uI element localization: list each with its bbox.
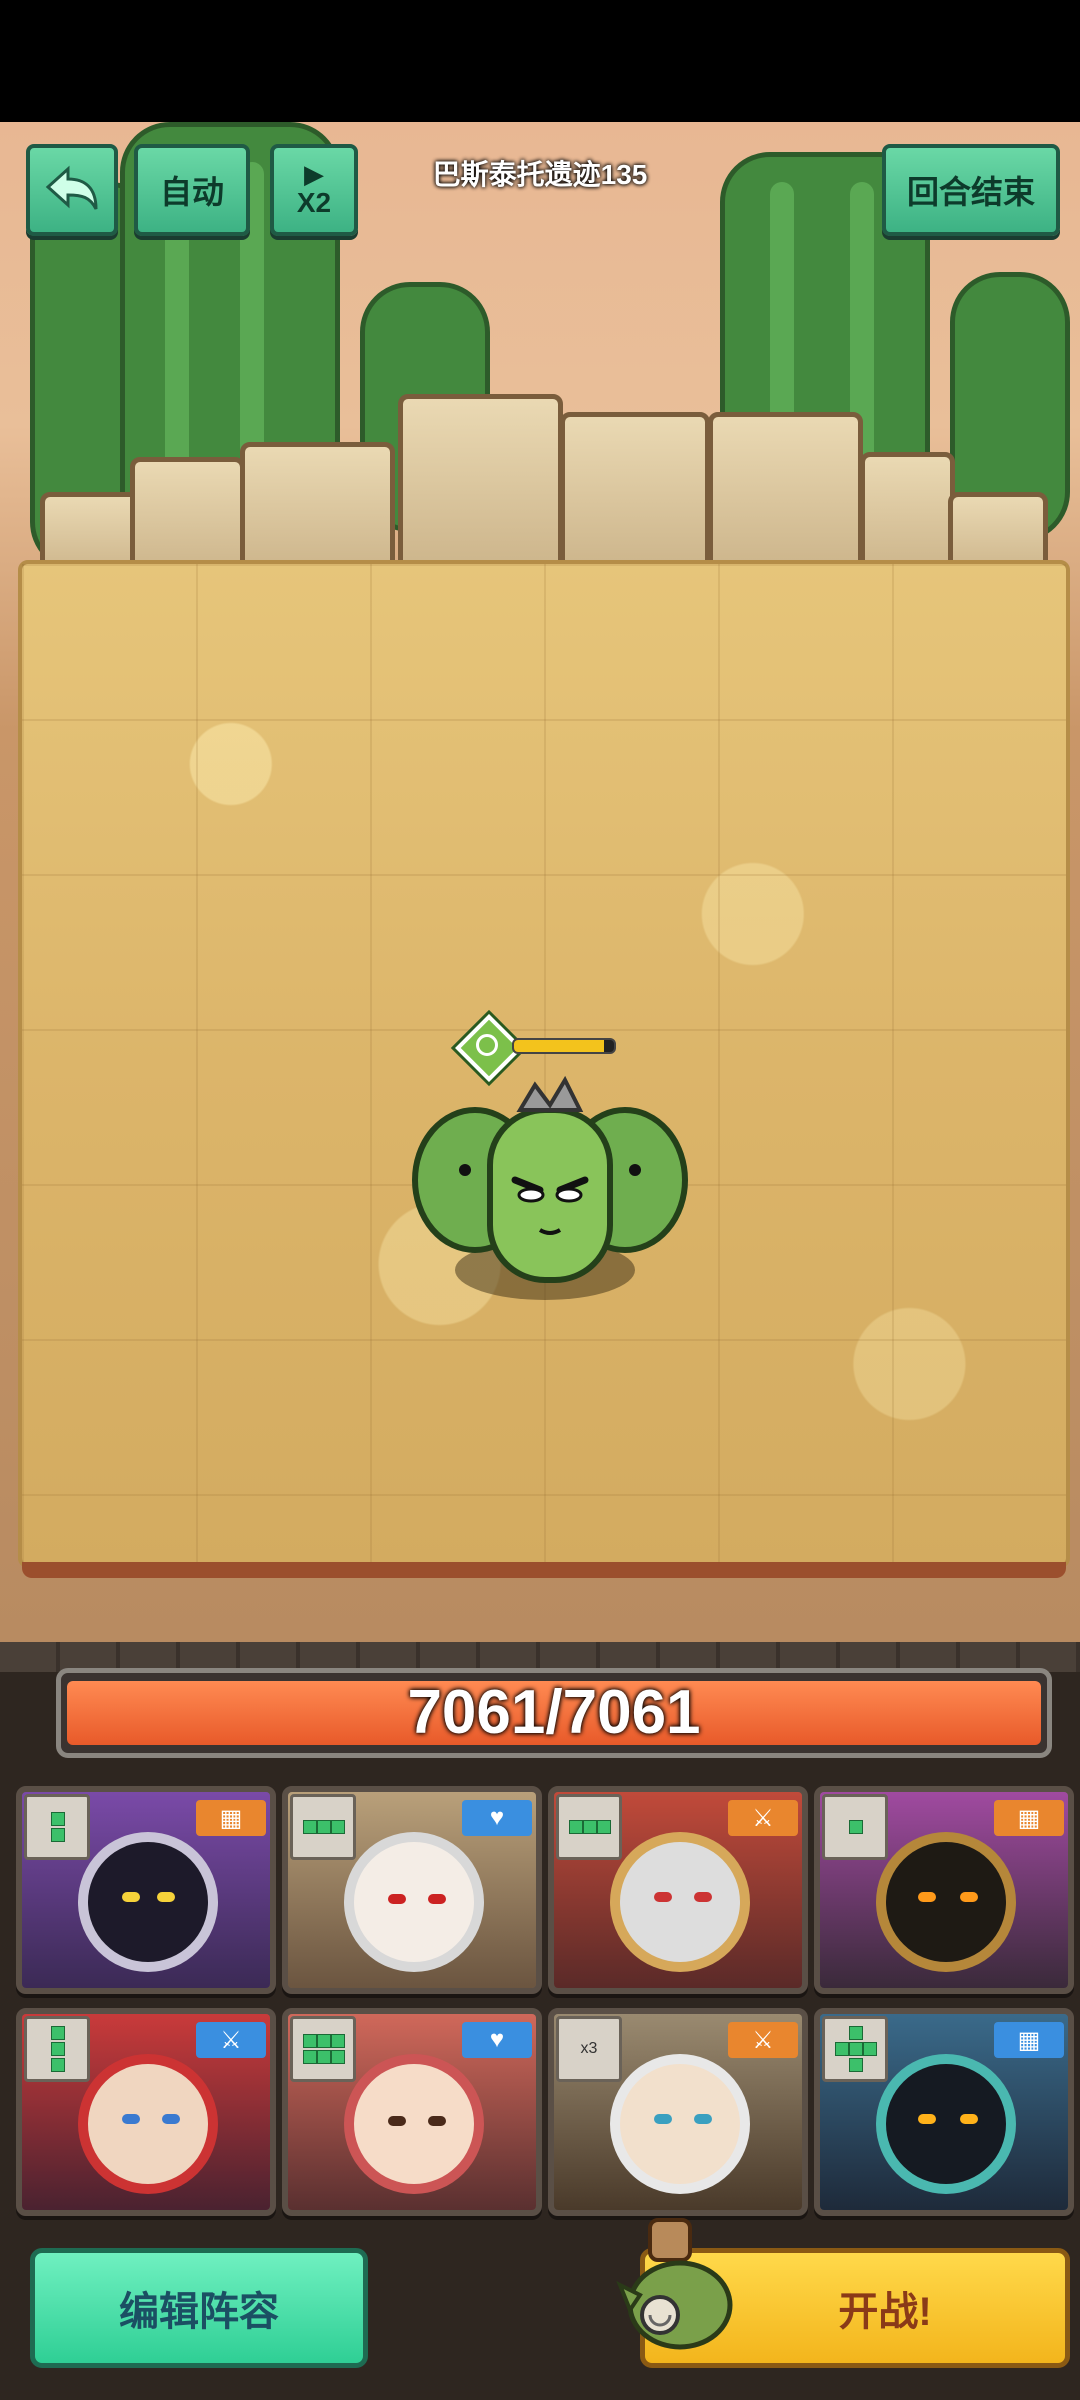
back-button[interactable]: [26, 144, 118, 236]
back-arrow-icon: [45, 165, 98, 210]
cactus-monster-enemy[interactable]: [405, 1070, 695, 1300]
hero-eye: [388, 2116, 406, 2126]
status-bar: [0, 0, 1080, 122]
grid-lines: [22, 564, 1066, 1564]
hero-eye: [428, 1894, 446, 1904]
wall-stone: [560, 412, 710, 582]
healer-role-icon: ♥: [462, 1800, 532, 1836]
hero-eye: [654, 2114, 672, 2124]
goblin-mascot-icon: [616, 2218, 733, 2350]
start-battle-label: 开战!: [838, 2290, 932, 2334]
hero-eye: [122, 2114, 140, 2124]
speed-button[interactable]: ▶ X2: [270, 144, 358, 236]
shape-badge: [290, 2016, 356, 2082]
healer-role-icon: ♥: [462, 2022, 532, 2058]
hero-eye: [694, 1892, 712, 1902]
hero-face: [886, 2064, 1006, 2184]
wall-stone: [398, 394, 563, 582]
hero-eye: [122, 1892, 140, 1902]
hero-eye: [428, 2116, 446, 2126]
hero-card-3[interactable]: ⚔: [548, 1786, 808, 1994]
warrior-role-icon: ⚔: [728, 1800, 798, 1836]
hero-card-6[interactable]: ♥: [282, 2008, 542, 2216]
speed-label: X2: [296, 187, 332, 218]
hero-card-2[interactable]: ♥: [282, 1786, 542, 1994]
auto-label: 自动: [159, 174, 224, 210]
edit-lineup-label: 编辑阵容: [119, 2290, 279, 2334]
arena-edge: [22, 1562, 1066, 1578]
shape-badge: [822, 2016, 888, 2082]
auto-button[interactable]: 自动: [134, 144, 250, 236]
hero-card-5[interactable]: ⚔: [16, 2008, 276, 2216]
hero-face: [620, 2064, 740, 2184]
battle-scene: [0, 122, 1080, 1642]
wall-stone: [708, 412, 863, 582]
hero-face: [620, 1842, 740, 1962]
hero-eye: [388, 1894, 406, 1904]
hero-face: [354, 1842, 474, 1962]
hero-face: [886, 1842, 1006, 1962]
hero-eye: [162, 2114, 180, 2124]
hero-eye: [918, 1892, 936, 1902]
tank-role-icon: ▦: [994, 2022, 1064, 2058]
shape-badge: x3: [556, 2016, 622, 2082]
hero-eye: [960, 1892, 978, 1902]
hero-eye: [918, 2114, 936, 2124]
hero-eye: [694, 2114, 712, 2124]
tank-role-icon: ▦: [196, 1800, 266, 1836]
boss-health-bar: 7061/7061: [56, 1668, 1052, 1758]
end-turn-button[interactable]: 回合结束: [882, 144, 1060, 236]
shape-badge: [24, 1794, 90, 1860]
battle-grid[interactable]: [18, 560, 1070, 1578]
hero-eye: [157, 1892, 175, 1902]
shape-badge: [822, 1794, 888, 1860]
shape-badge: [24, 2016, 90, 2082]
enemy-health-fill: [514, 1040, 604, 1052]
shape-badge: [290, 1794, 356, 1860]
tank-role-icon: ▦: [994, 1800, 1064, 1836]
edit-lineup-button[interactable]: 编辑阵容: [30, 2248, 368, 2368]
shape-badge: [556, 1794, 622, 1860]
hero-face: [88, 2064, 208, 2184]
hero-eye: [654, 1892, 672, 1902]
play-icon: ▶: [304, 159, 324, 189]
enemy-health-bar: [512, 1038, 616, 1054]
hero-face: [354, 2064, 474, 2184]
warrior-role-icon: ⚔: [196, 2022, 266, 2058]
hero-eye: [960, 2114, 978, 2124]
hero-card-8[interactable]: ▦: [814, 2008, 1074, 2216]
boss-health-text: 7061/7061: [407, 1678, 701, 1747]
crosshair-icon: [476, 1034, 498, 1056]
stage-title: 巴斯泰托遗迹135: [432, 159, 648, 190]
warrior-role-icon: ⚔: [728, 2022, 798, 2058]
shape-badge-text: x3: [580, 2040, 598, 2057]
hero-face: [88, 1842, 208, 1962]
hero-card-4[interactable]: ▦: [814, 1786, 1074, 1994]
hero-card-1[interactable]: ▦: [16, 1786, 276, 1994]
end-turn-label: 回合结束: [906, 174, 1035, 210]
hero-card-7[interactable]: x3 ⚔: [548, 2008, 808, 2216]
